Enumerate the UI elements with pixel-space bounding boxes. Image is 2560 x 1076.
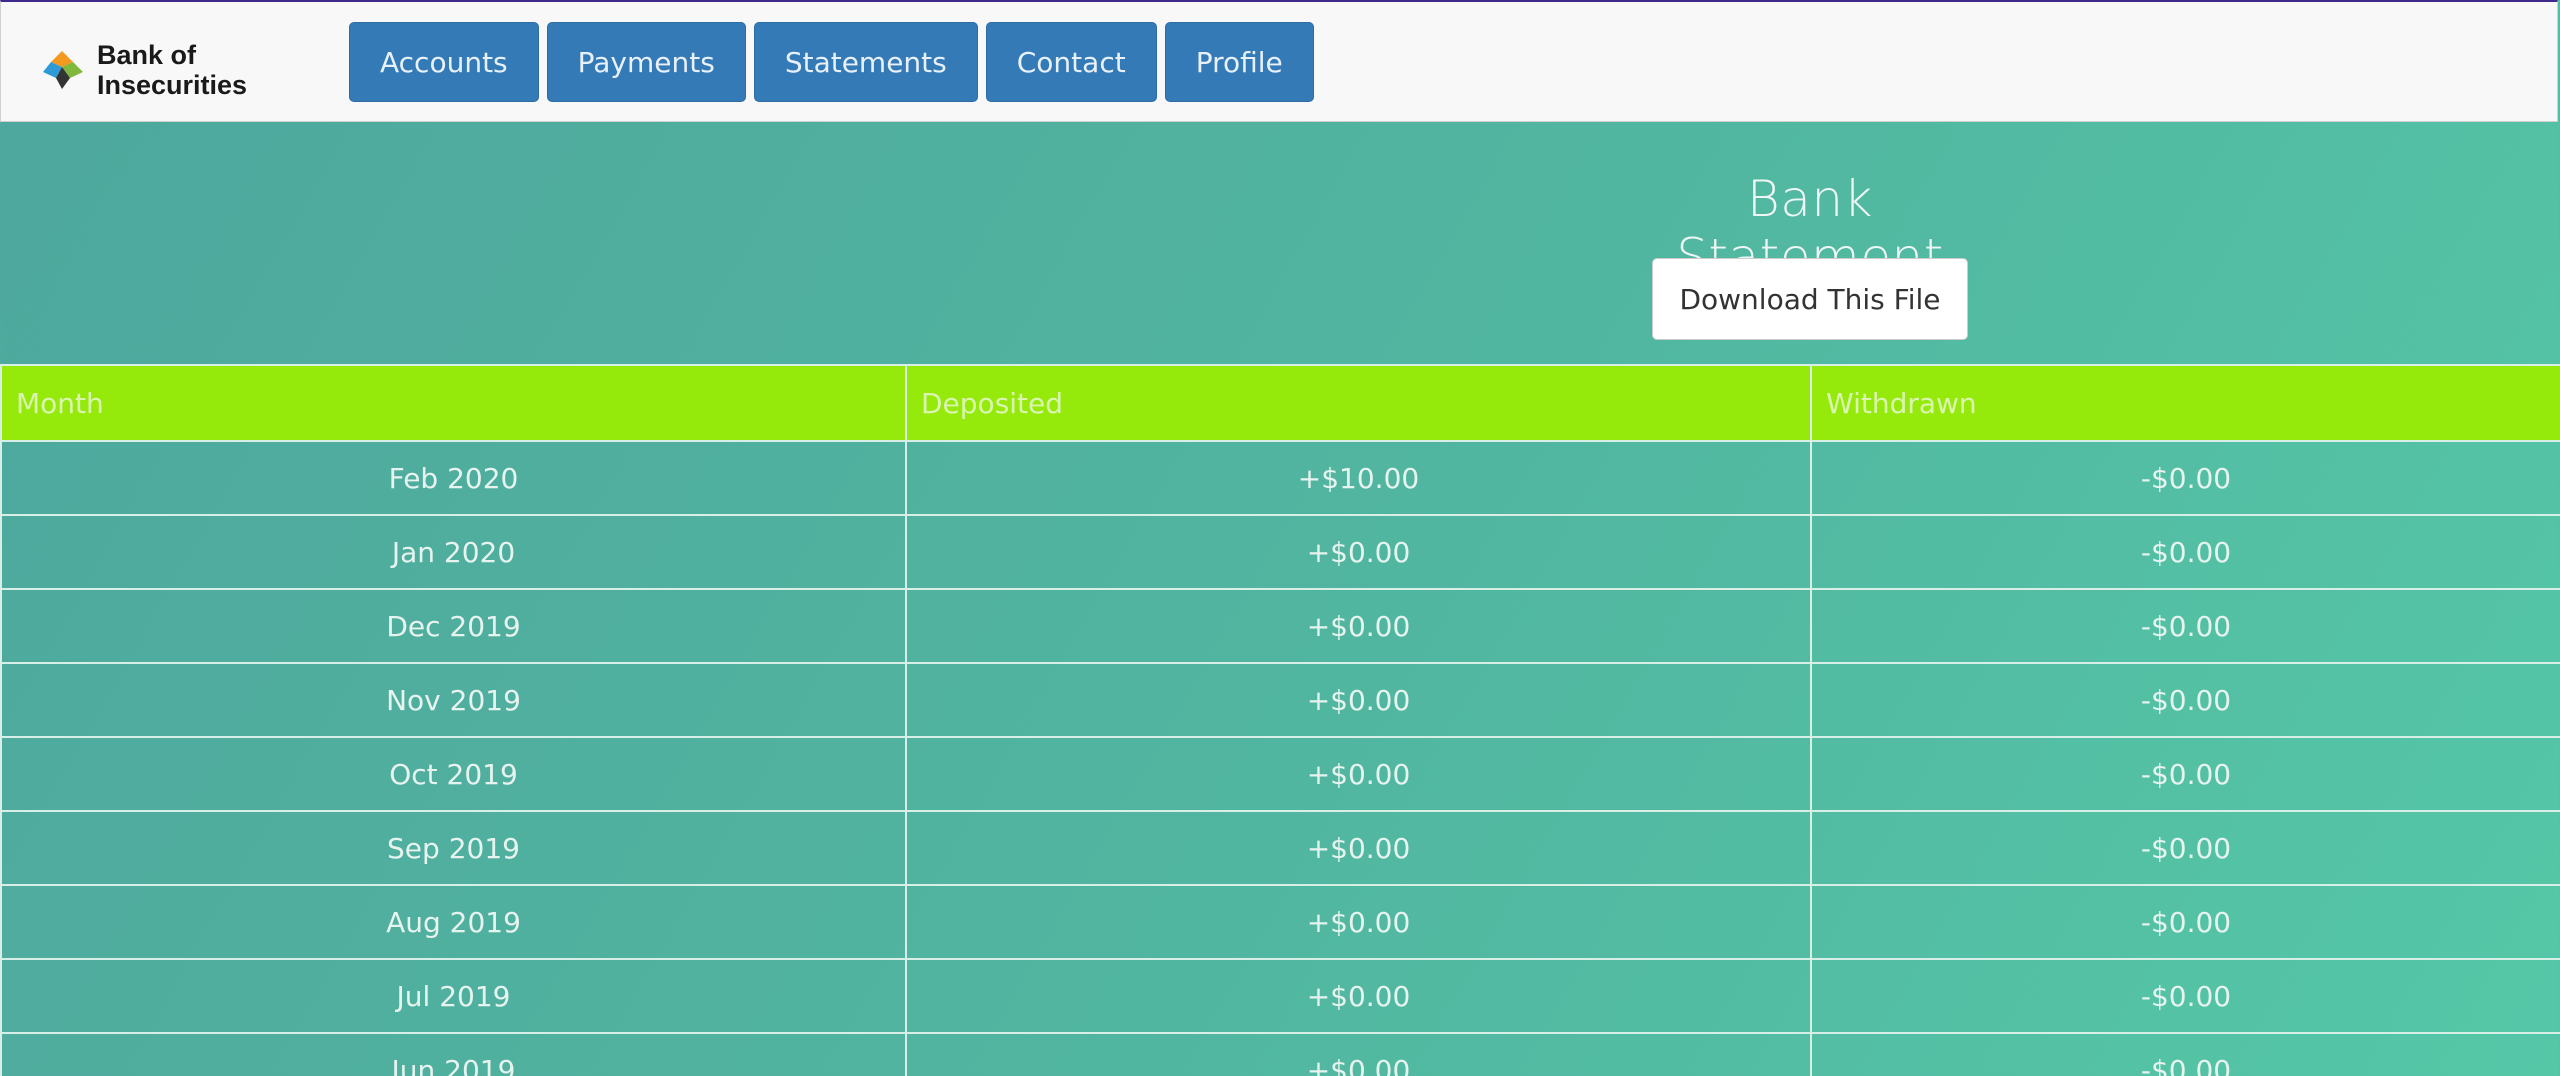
statement-table: Month Deposited Withdrawn Feb 2020 +$10.… [0, 364, 2560, 1076]
table-row: Jul 2019 +$0.00 -$0.00 [0, 958, 2560, 1034]
withdrawn-cell: -$0.00 [1810, 514, 2560, 590]
nav-contact-button[interactable]: Contact [985, 22, 1157, 102]
withdrawn-cell: -$0.00 [1810, 440, 2560, 516]
main-nav: Accounts Payments Statements Contact Pro… [349, 22, 1314, 102]
month-cell: Nov 2019 [0, 662, 907, 738]
table-row: Feb 2020 +$10.00 -$0.00 [0, 440, 2560, 516]
deposited-cell: +$0.00 [905, 514, 1812, 590]
deposited-cell: +$0.00 [905, 662, 1812, 738]
deposited-cell: +$0.00 [905, 1032, 1812, 1076]
column-header-month: Month [0, 364, 907, 442]
month-cell: Aug 2019 [0, 884, 907, 960]
month-cell: Jul 2019 [0, 958, 907, 1034]
column-header-withdrawn: Withdrawn [1810, 364, 2560, 442]
nav-payments-button[interactable]: Payments [546, 22, 746, 102]
month-cell: Dec 2019 [0, 588, 907, 664]
table-row: Aug 2019 +$0.00 -$0.00 [0, 884, 2560, 960]
withdrawn-cell: -$0.00 [1810, 810, 2560, 886]
bank-logo-icon [43, 51, 83, 89]
table-row: Nov 2019 +$0.00 -$0.00 [0, 662, 2560, 738]
column-header-deposited: Deposited [905, 364, 1812, 442]
withdrawn-cell: -$0.00 [1810, 1032, 2560, 1076]
withdrawn-cell: -$0.00 [1810, 736, 2560, 812]
month-cell: Sep 2019 [0, 810, 907, 886]
table-header-row: Month Deposited Withdrawn [0, 364, 2560, 442]
brand-logo[interactable]: Bank of Insecurities [39, 40, 247, 100]
withdrawn-cell: -$0.00 [1810, 884, 2560, 960]
deposited-cell: +$0.00 [905, 958, 1812, 1034]
nav-accounts-button[interactable]: Accounts [349, 22, 539, 102]
withdrawn-cell: -$0.00 [1810, 958, 2560, 1034]
table-row: Jan 2020 +$0.00 -$0.00 [0, 514, 2560, 590]
nav-statements-button[interactable]: Statements [753, 22, 978, 102]
brand-name: Bank of Insecurities [97, 40, 247, 100]
table-row: Jun 2019 +$0.00 -$0.00 [0, 1032, 2560, 1076]
month-cell: Jun 2019 [0, 1032, 907, 1076]
brand-name-line1: Bank of [97, 40, 197, 70]
withdrawn-cell: -$0.00 [1810, 588, 2560, 664]
deposited-cell: +$10.00 [905, 440, 1812, 516]
top-navbar: Bank of Insecurities Accounts Payments S… [0, 0, 2558, 122]
table-row: Oct 2019 +$0.00 -$0.00 [0, 736, 2560, 812]
deposited-cell: +$0.00 [905, 810, 1812, 886]
month-cell: Oct 2019 [0, 736, 907, 812]
deposited-cell: +$0.00 [905, 884, 1812, 960]
table-row: Dec 2019 +$0.00 -$0.00 [0, 588, 2560, 664]
month-cell: Feb 2020 [0, 440, 907, 516]
deposited-cell: +$0.00 [905, 588, 1812, 664]
table-row: Sep 2019 +$0.00 -$0.00 [0, 810, 2560, 886]
withdrawn-cell: -$0.00 [1810, 662, 2560, 738]
nav-profile-button[interactable]: Profile [1164, 22, 1314, 102]
deposited-cell: +$0.00 [905, 736, 1812, 812]
brand-name-line2: Insecurities [97, 70, 248, 100]
download-file-button[interactable]: Download This File [1652, 258, 1968, 340]
month-cell: Jan 2020 [0, 514, 907, 590]
